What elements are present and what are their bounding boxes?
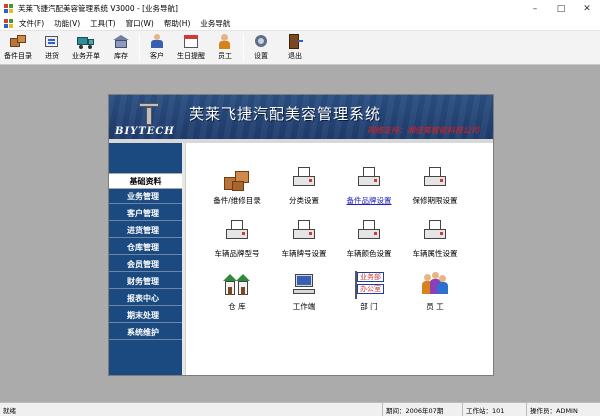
child-window-icon[interactable] bbox=[4, 18, 14, 29]
settings-button[interactable]: 设置 bbox=[252, 33, 270, 64]
birthday-reminder-button[interactable]: 生日提醒 bbox=[177, 33, 205, 64]
printer-icon bbox=[289, 218, 319, 246]
vehicle-brand-model-item[interactable]: 车辆品牌型号 bbox=[202, 218, 272, 262]
warranty-settings-item[interactable]: 保修期限设置 bbox=[400, 165, 470, 209]
menu-file[interactable]: 文件(F) bbox=[19, 18, 44, 29]
sidebar-item-customer[interactable]: 客户管理 bbox=[109, 206, 182, 221]
sidebar-item-warehouse[interactable]: 仓库管理 bbox=[109, 240, 182, 255]
title-bar: 芙莱飞捷汽配美容管理系统 V3000 - [业务导航] – □ ✕ bbox=[0, 0, 600, 17]
printer-icon bbox=[289, 165, 319, 193]
people-icon bbox=[420, 271, 450, 299]
sidebar-header-basic-data[interactable]: 基础资料 bbox=[109, 173, 182, 189]
banner: BIYTECH 芙莱飞捷汽配美容管理系统 网络支持：湘佳美智能科技公司 bbox=[109, 95, 493, 143]
sidebar-item-business[interactable]: 业务管理 bbox=[109, 189, 182, 204]
status-period: 期间：2006年07期 bbox=[382, 403, 458, 416]
staff-item[interactable]: 员 工 bbox=[400, 271, 470, 315]
parts-catalog-button[interactable]: 备件目录 bbox=[4, 33, 32, 64]
purchase-icon bbox=[43, 33, 61, 49]
sidebar-item-system[interactable]: 系统维护 bbox=[109, 325, 182, 340]
vehicle-color-settings-item[interactable]: 车辆颜色设置 bbox=[334, 218, 404, 262]
settings-icon bbox=[252, 33, 270, 49]
stock-button[interactable]: 库存 bbox=[112, 33, 130, 64]
parts-repair-catalog-item[interactable]: 备件/维修目录 bbox=[202, 165, 272, 209]
status-workstation: 工作站：101 bbox=[462, 403, 522, 416]
menu-function[interactable]: 功能(V) bbox=[54, 18, 80, 29]
business-navigation-panel: BIYTECH 芙莱飞捷汽配美容管理系统 网络支持：湘佳美智能科技公司 基础资料… bbox=[108, 94, 494, 376]
sidebar-item-finance[interactable]: 财务管理 bbox=[109, 274, 182, 289]
printer-icon bbox=[420, 218, 450, 246]
category-settings-item[interactable]: 分类设置 bbox=[269, 165, 339, 209]
company-logo: BIYTECH bbox=[113, 103, 183, 139]
boxes-icon bbox=[222, 165, 252, 193]
vehicle-plate-settings-item[interactable]: 车辆牌号设置 bbox=[269, 218, 339, 262]
vehicle-attribute-settings-item[interactable]: 车辆属性设置 bbox=[400, 218, 470, 262]
menu-business-nav[interactable]: 业务导航 bbox=[200, 18, 230, 29]
menu-help[interactable]: 帮助(H) bbox=[164, 18, 191, 29]
customer-icon bbox=[148, 33, 166, 49]
sidebar-item-member[interactable]: 会员管理 bbox=[109, 257, 182, 272]
exit-door-icon bbox=[286, 33, 304, 49]
status-ready: 就绪 bbox=[3, 406, 16, 415]
status-bar: 就绪 期间：2006年07期 工作站：101 操作员：ADMIN bbox=[0, 402, 600, 416]
banner-title: 芙莱飞捷汽配美容管理系统 bbox=[189, 105, 382, 123]
department-item[interactable]: 业务部 办公室 部 门 bbox=[334, 271, 404, 315]
sidebar-item-reports[interactable]: 报表中心 bbox=[109, 291, 182, 306]
workstation-item[interactable]: 工作端 bbox=[269, 271, 339, 315]
function-area: 备件/维修目录 分类设置 备件品牌设置 保修期限设置 车辆品牌型号 车辆牌号设置… bbox=[182, 143, 493, 375]
staff-icon bbox=[216, 33, 234, 49]
warehouse-item[interactable]: 仓 库 bbox=[202, 271, 272, 315]
menu-bar: 文件(F) 功能(V) 工具(T) 窗口(W) 帮助(H) 业务导航 bbox=[0, 17, 600, 31]
printer-icon bbox=[420, 165, 450, 193]
warehouse-icon bbox=[112, 33, 130, 49]
app-icon bbox=[4, 3, 14, 14]
boxes-icon bbox=[9, 33, 27, 49]
warehouse-icon bbox=[222, 271, 252, 299]
printer-icon bbox=[354, 218, 384, 246]
calendar-icon bbox=[182, 33, 200, 49]
status-operator: 操作员：ADMIN bbox=[526, 403, 600, 416]
printer-icon bbox=[222, 218, 252, 246]
minimize-button[interactable]: – bbox=[522, 0, 548, 17]
parts-brand-settings-item[interactable]: 备件品牌设置 bbox=[334, 165, 404, 209]
window-title: 芙莱飞捷汽配美容管理系统 V3000 - [业务导航] bbox=[18, 4, 178, 13]
exit-button[interactable]: 退出 bbox=[286, 33, 304, 64]
menu-window[interactable]: 窗口(W) bbox=[126, 18, 154, 29]
support-text: 网络支持：湘佳美智能科技公司 bbox=[367, 126, 479, 135]
staff-button[interactable]: 员工 bbox=[216, 33, 234, 64]
close-button[interactable]: ✕ bbox=[574, 0, 600, 17]
printer-icon bbox=[354, 165, 384, 193]
maximize-button[interactable]: □ bbox=[548, 0, 574, 17]
mdi-workspace: BIYTECH 芙莱飞捷汽配美容管理系统 网络支持：湘佳美智能科技公司 基础资料… bbox=[0, 65, 600, 402]
truck-icon bbox=[77, 33, 95, 49]
purchase-button[interactable]: 进货 bbox=[43, 33, 61, 64]
sidebar-item-purchase[interactable]: 进货管理 bbox=[109, 223, 182, 238]
department-sign-icon: 业务部 办公室 bbox=[352, 271, 386, 299]
sidebar: 基础资料 业务管理 客户管理 进货管理 仓库管理 会员管理 财务管理 报表中心 … bbox=[109, 143, 182, 375]
menu-tools[interactable]: 工具(T) bbox=[90, 18, 115, 29]
computer-icon bbox=[289, 271, 319, 299]
toolbar: 备件目录 进货 业务开单 库存 客户 生日提醒 员工 设置 退出 bbox=[0, 31, 600, 65]
billing-button[interactable]: 业务开单 bbox=[72, 33, 100, 64]
customer-button[interactable]: 客户 bbox=[148, 33, 166, 64]
sidebar-item-period-end[interactable]: 期末处理 bbox=[109, 308, 182, 323]
